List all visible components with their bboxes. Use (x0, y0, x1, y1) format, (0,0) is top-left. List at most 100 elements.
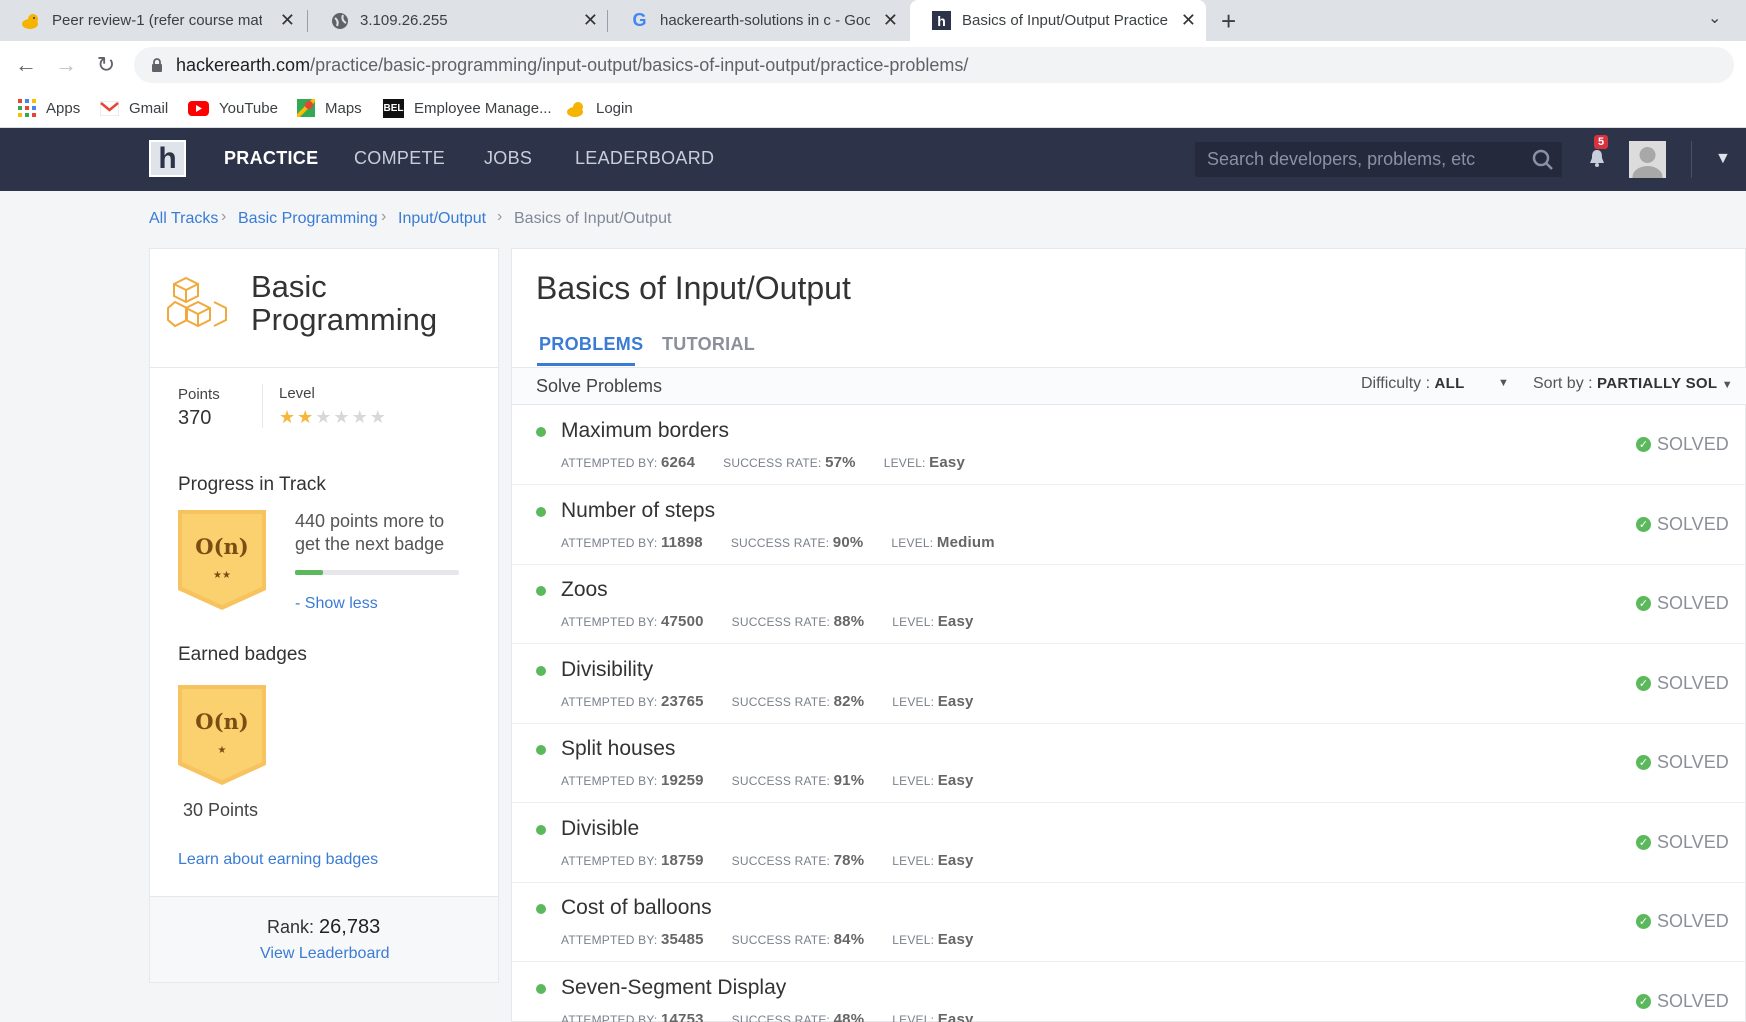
dropdown-caret-icon[interactable]: ▼ (1498, 377, 1509, 389)
problem-name[interactable]: Divisible (561, 817, 639, 841)
success-rate: 48% (833, 1011, 865, 1022)
badge-stars: ★★ (213, 570, 231, 581)
breadcrumb-chevron-icon: › (221, 208, 227, 225)
status-dot (536, 904, 546, 914)
problem-level: Easy (937, 693, 974, 710)
account-dropdown-icon[interactable]: ▼ (1715, 150, 1731, 168)
bookmark-login[interactable]: Login (567, 95, 633, 121)
dropdown-caret-icon: ▼ (1721, 379, 1733, 391)
view-leaderboard-link[interactable]: View Leaderboard (260, 945, 390, 963)
solved-status: ✓ SOLVED (1636, 911, 1729, 932)
track-name: Basic Programming (251, 269, 438, 337)
new-tab-icon[interactable]: + (1221, 6, 1236, 37)
forward-arrow-icon[interactable]: → (54, 52, 78, 77)
bookmark-youtube[interactable]: YouTube (188, 95, 278, 121)
breadcrumb-input-output[interactable]: Input/Output (398, 210, 486, 228)
problem-row[interactable]: Split houses ATTEMPTED BY: 19259 SUCCESS R… (512, 724, 1746, 803)
nav-compete[interactable]: COMPETE (354, 148, 445, 169)
nav-divider (1691, 141, 1692, 178)
problem-name[interactable]: Zoos (561, 578, 608, 602)
youtube-icon (188, 100, 209, 116)
breadcrumb-all-tracks[interactable]: All Tracks (149, 210, 218, 228)
problem-row[interactable]: Number of steps ATTEMPTED BY: 11898 SUCCES… (512, 486, 1746, 565)
search-icon[interactable] (1532, 149, 1554, 176)
divider (262, 384, 263, 428)
learn-badges-link[interactable]: Learn about earning badges (178, 851, 378, 869)
problem-meta: ATTEMPTED BY: 23765 SUCCESS RATE: 82% LEVE… (561, 693, 974, 710)
problem-row[interactable]: Cost of balloons ATTEMPTED BY: 35485 SUCCE… (512, 883, 1746, 962)
user-avatar[interactable] (1629, 141, 1666, 178)
back-arrow-icon[interactable]: ← (14, 52, 38, 77)
check-circle-icon: ✓ (1636, 437, 1651, 452)
tab-title: Basics of Input/Output Practice P (962, 12, 1172, 29)
show-less-link[interactable]: - Show less (295, 595, 378, 613)
rank-box (150, 896, 498, 982)
problem-row[interactable]: Divisible ATTEMPTED BY: 18759 SUCCESS RATE… (512, 804, 1746, 883)
sort-dropdown[interactable]: Sort by : PARTIALLY SOL ▼ (1533, 375, 1733, 393)
close-tab-icon[interactable]: ✕ (583, 10, 598, 31)
duck-icon (22, 11, 41, 30)
difficulty-dropdown[interactable]: Difficulty : ALL (1361, 375, 1465, 393)
close-tab-icon[interactable]: ✕ (1181, 10, 1196, 31)
solved-status: ✓ SOLVED (1636, 832, 1729, 853)
active-tab-underline (537, 363, 635, 366)
apps-grid-icon (18, 99, 36, 117)
points-label: Points (178, 386, 220, 403)
problem-meta: ATTEMPTED BY: 35485 SUCCESS RATE: 84% LEVE… (561, 931, 974, 948)
nav-jobs[interactable]: JOBS (484, 148, 532, 169)
problem-row[interactable]: Seven-Segment Display ATTEMPTED BY: 14753… (512, 963, 1746, 1022)
problem-level: Easy (937, 931, 974, 948)
search-input[interactable]: Search developers, problems, etc (1195, 142, 1562, 177)
points-to-next-badge: 440 points more to get the next badge (295, 511, 445, 554)
problem-row[interactable]: Divisibility ATTEMPTED BY: 23765 SUCCESS R… (512, 645, 1746, 724)
bookmark-apps[interactable]: Apps (18, 95, 80, 121)
solved-status: ✓ SOLVED (1636, 593, 1729, 614)
url-field[interactable]: hackerearth.com/practice/basic-programmi… (134, 47, 1734, 83)
tab-title: 3.109.26.255 (360, 12, 448, 29)
success-rate: 78% (833, 852, 865, 869)
nav-leaderboard[interactable]: LEADERBOARD (575, 148, 714, 169)
bell-icon[interactable] (1588, 148, 1606, 173)
reload-icon[interactable]: ↻ (94, 52, 118, 77)
problem-row[interactable]: Maximum borders ATTEMPTED BY: 6264 SUCCESS… (512, 406, 1746, 485)
bookmark-maps[interactable]: Maps (297, 95, 362, 121)
close-tab-icon[interactable]: ✕ (280, 10, 295, 31)
status-dot (536, 507, 546, 517)
status-dot (536, 666, 546, 676)
close-tab-icon[interactable]: ✕ (883, 10, 898, 31)
bookmark-gmail[interactable]: Gmail (100, 95, 168, 121)
browser-tab[interactable]: 3.109.26.255 ✕ (308, 0, 608, 41)
next-badge: O(n) ★★ (178, 510, 266, 610)
problem-name[interactable]: Seven-Segment Display (561, 976, 786, 1000)
badge-label: O(n) (195, 534, 249, 559)
status-dot (536, 427, 546, 437)
browser-tab[interactable]: Peer review-1 (refer course mater ✕ (0, 0, 305, 41)
check-circle-icon: ✓ (1636, 676, 1651, 691)
problem-name[interactable]: Maximum borders (561, 419, 729, 443)
status-dot (536, 825, 546, 835)
problem-name[interactable]: Number of steps (561, 499, 715, 523)
problem-level: Easy (937, 772, 974, 789)
star-empty-icon: ★ (351, 407, 370, 427)
problem-name[interactable]: Divisibility (561, 658, 653, 682)
browser-tab[interactable]: G hackerearth-solutions in c - Goog ✕ (608, 0, 908, 41)
breadcrumb-basic-programming[interactable]: Basic Programming (238, 210, 378, 228)
earned-badges-heading: Earned badges (178, 644, 307, 665)
browser-tab-active[interactable]: h Basics of Input/Output Practice P ✕ (910, 0, 1206, 41)
rank: Rank: 26,783 (267, 916, 381, 938)
solved-status: ✓ SOLVED (1636, 514, 1729, 535)
bookmark-label: Gmail (129, 99, 169, 117)
tab-tutorial[interactable]: TUTORIAL (662, 334, 755, 355)
problem-name[interactable]: Split houses (561, 737, 675, 761)
problem-row[interactable]: Zoos ATTEMPTED BY: 47500 SUCCESS RATE: 88%… (512, 565, 1746, 644)
check-circle-icon: ✓ (1636, 914, 1651, 929)
tab-search-chevron-icon[interactable]: ⌄ (1708, 8, 1721, 28)
problem-meta: ATTEMPTED BY: 19259 SUCCESS RATE: 91% LEVE… (561, 772, 974, 789)
tab-problems[interactable]: PROBLEMS (539, 334, 643, 355)
nav-practice[interactable]: PRACTICE (224, 148, 318, 169)
problem-name[interactable]: Cost of balloons (561, 896, 712, 920)
bookmark-label: Maps (325, 99, 362, 117)
hackerearth-logo[interactable]: h (149, 140, 186, 177)
problem-meta: ATTEMPTED BY: 14753 SUCCESS RATE: 48% LEVE… (561, 1011, 974, 1022)
bookmark-employee[interactable]: BEL Employee Manage... (383, 95, 552, 121)
